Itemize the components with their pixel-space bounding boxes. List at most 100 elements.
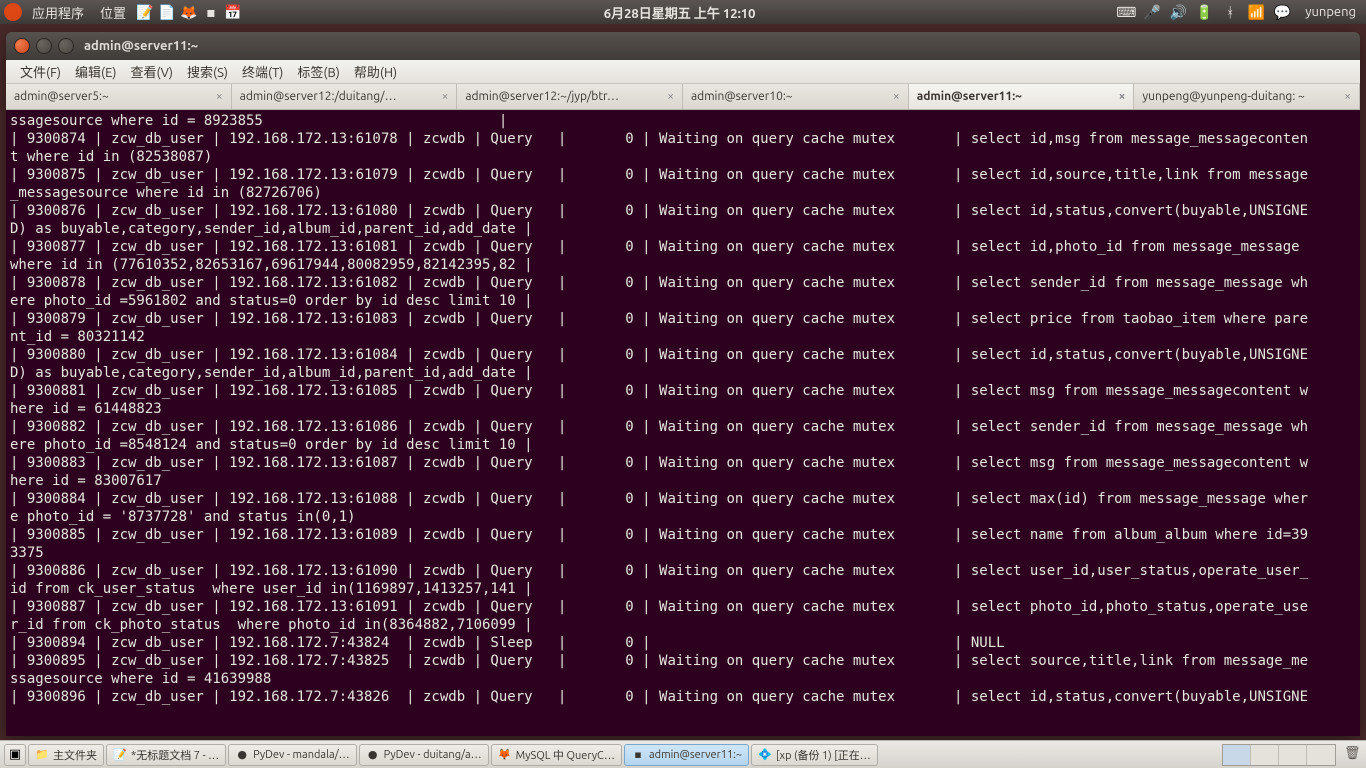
terminal-tab-5[interactable]: yunpeng@yunpeng-duitang: ~ × [1134, 84, 1360, 109]
messaging-icon[interactable]: 💬 [1273, 3, 1291, 21]
bluetooth-icon[interactable]: ᚼ [1221, 3, 1239, 21]
terminal-line: | 9300896 | zcw_db_user | 192.168.172.7:… [10, 688, 1356, 706]
menu-file[interactable]: 文件(F) [14, 60, 67, 83]
firefox-launcher-icon[interactable]: 🦊 [180, 3, 198, 21]
task-icon: 💠 [758, 748, 772, 762]
microphone-icon[interactable]: 🎤 [1143, 3, 1161, 21]
terminal-line: nt_id = 80321142 [10, 328, 1356, 346]
task-icon: 📁 [35, 748, 49, 762]
calendar-launcher-icon[interactable]: 📅 [224, 3, 242, 21]
close-icon[interactable]: × [661, 90, 674, 103]
taskbar-item-6[interactable]: 💠[xp (备份 1) [正在… [751, 744, 878, 766]
terminal-line: | 9300886 | zcw_db_user | 192.168.172.13… [10, 562, 1356, 580]
terminal-line: _messagesource where id in (82726706) [10, 184, 1356, 202]
menu-tabs[interactable]: 标签(B) [291, 60, 345, 83]
task-icon: ● [235, 748, 249, 762]
terminal-line: D) as buyable,category,sender_id,album_i… [10, 364, 1356, 382]
terminal-tab-0[interactable]: admin@server5:~ × [6, 84, 232, 109]
terminal-launcher-icon[interactable]: ▪ [202, 3, 220, 21]
menu-terminal[interactable]: 终端(T) [236, 60, 289, 83]
tomboy-launcher-icon[interactable]: 📄 [158, 3, 176, 21]
tab-label: yunpeng@yunpeng-duitang: ~ [1142, 90, 1304, 103]
terminal-line: | 9300874 | zcw_db_user | 192.168.172.13… [10, 130, 1356, 148]
gnome-top-panel: 应用程序 位置 📝 📄 🦊 ▪ 📅 6月28日星期五 上午 12:10 ⌨ 🎤 … [0, 0, 1366, 24]
terminal-line: | 9300885 | zcw_db_user | 192.168.172.13… [10, 526, 1356, 544]
close-icon[interactable]: × [1113, 90, 1126, 103]
terminal-line: | 9300884 | zcw_db_user | 192.168.172.13… [10, 490, 1356, 508]
clock[interactable]: 6月28日星期五 上午 12:10 [242, 3, 1117, 22]
workspace-1[interactable] [1223, 745, 1251, 765]
trash-icon[interactable]: 🗑 [1344, 746, 1362, 764]
terminal-line: here id = 83007617 [10, 472, 1356, 490]
terminal-line: ere photo_id =5961802 and status=0 order… [10, 292, 1356, 310]
terminal-line: | 9300881 | zcw_db_user | 192.168.172.13… [10, 382, 1356, 400]
taskbar-item-2[interactable]: ●PyDev - mandala/… [228, 744, 357, 766]
ubuntu-logo-icon[interactable] [4, 3, 22, 21]
battery-icon[interactable]: 🔋 [1195, 3, 1213, 21]
menu-help[interactable]: 帮助(H) [348, 60, 403, 83]
terminal-tab-3[interactable]: admin@server10:~× [683, 84, 909, 109]
window-titlebar[interactable]: admin@server11:~ [6, 32, 1360, 60]
terminal-content[interactable]: ssagesource where id = 8923855 || 930087… [6, 110, 1360, 736]
terminal-line: | 9300894 | zcw_db_user | 192.168.172.7:… [10, 634, 1356, 652]
terminal-tab-2[interactable]: admin@server12:~/jyp/btr… × [457, 84, 683, 109]
tab-label: admin@server12:~/jyp/btr… [465, 90, 619, 103]
tab-label: admin@server12:/duitang/… [240, 90, 397, 103]
menu-view[interactable]: 查看(V) [125, 60, 179, 83]
show-desktop-button[interactable]: ▣ [4, 744, 26, 766]
task-label: PyDev - duitang/a… [384, 749, 482, 761]
task-icon: ● [366, 748, 380, 762]
task-icon: 📝 [113, 748, 127, 762]
gnome-bottom-panel: ▣ 📁主文件夹📝*无标题文档 7 - …●PyDev - mandala/…●P… [0, 740, 1366, 768]
menu-search[interactable]: 搜索(S) [181, 60, 234, 83]
terminal-line: ere photo_id =8548124 and status=0 order… [10, 436, 1356, 454]
close-icon[interactable]: × [436, 90, 449, 103]
task-icon: ▪ [631, 748, 645, 762]
menu-edit[interactable]: 编辑(E) [69, 60, 122, 83]
terminal-line: r_id from ck_photo_status where photo_id… [10, 616, 1356, 634]
terminal-line: | 9300878 | zcw_db_user | 192.168.172.13… [10, 274, 1356, 292]
taskbar-item-4[interactable]: 🦊 MySQL 中 QueryC… [491, 744, 622, 766]
terminal-line: | 9300876 | zcw_db_user | 192.168.172.13… [10, 202, 1356, 220]
terminal-line: ssagesource where id = 8923855 | [10, 112, 1356, 130]
taskbar-item-0[interactable]: 📁主文件夹 [28, 744, 104, 766]
maximize-button[interactable] [58, 38, 74, 54]
taskbar-item-5[interactable]: ▪admin@server11:~ [624, 744, 749, 766]
tab-label: admin@server11:~ [917, 90, 1022, 103]
task-icon: 🦊 [498, 748, 512, 762]
terminal-tabsbar: admin@server5:~×admin@server12:/duitang/… [6, 84, 1360, 110]
close-icon[interactable]: × [1338, 90, 1351, 103]
volume-icon[interactable]: 🔊 [1169, 3, 1187, 21]
workspace-switcher[interactable] [1222, 744, 1336, 766]
close-icon[interactable]: × [210, 90, 223, 103]
terminal-line: e photo_id = '8737728' and status in(0,1… [10, 508, 1356, 526]
places-menu[interactable]: 位置 [94, 3, 132, 22]
network-icon[interactable]: 📶 [1247, 3, 1265, 21]
workspace-4[interactable] [1307, 745, 1335, 765]
close-icon[interactable]: × [887, 90, 900, 103]
terminal-line: | 9300887 | zcw_db_user | 192.168.172.13… [10, 598, 1356, 616]
terminal-tab-1[interactable]: admin@server12:/duitang/… × [232, 84, 458, 109]
terminal-line: | 9300895 | zcw_db_user | 192.168.172.7:… [10, 652, 1356, 670]
terminal-line: | 9300877 | zcw_db_user | 192.168.172.13… [10, 238, 1356, 256]
task-label: MySQL 中 QueryC… [516, 747, 615, 763]
terminal-line: D) as buyable,category,sender_id,album_i… [10, 220, 1356, 238]
taskbar-item-3[interactable]: ● PyDev - duitang/a… [359, 744, 489, 766]
terminal-line: where id in (77610352,82653167,69617944,… [10, 256, 1356, 274]
tab-label: admin@server5:~ [14, 90, 109, 103]
user-menu[interactable]: yunpeng [1299, 5, 1362, 19]
terminal-line: | 9300883 | zcw_db_user | 192.168.172.13… [10, 454, 1356, 472]
minimize-button[interactable] [36, 38, 52, 54]
workspace-2[interactable] [1251, 745, 1279, 765]
gedit-launcher-icon[interactable]: 📝 [136, 3, 154, 21]
terminal-line: ssagesource where id = 41639988 [10, 670, 1356, 688]
input-method-icon[interactable]: ⌨ [1117, 3, 1135, 21]
close-button[interactable] [14, 38, 30, 54]
applications-menu[interactable]: 应用程序 [26, 3, 90, 22]
terminal-tab-4[interactable]: admin@server11:~ × [909, 84, 1135, 109]
terminal-line: t where id in (82538087) [10, 148, 1356, 166]
terminal-line: | 9300882 | zcw_db_user | 192.168.172.13… [10, 418, 1356, 436]
workspace-3[interactable] [1279, 745, 1307, 765]
terminal-window: admin@server11:~ 文件(F) 编辑(E) 查看(V) 搜索(S)… [6, 32, 1360, 736]
taskbar-item-1[interactable]: 📝*无标题文档 7 - … [106, 744, 226, 766]
